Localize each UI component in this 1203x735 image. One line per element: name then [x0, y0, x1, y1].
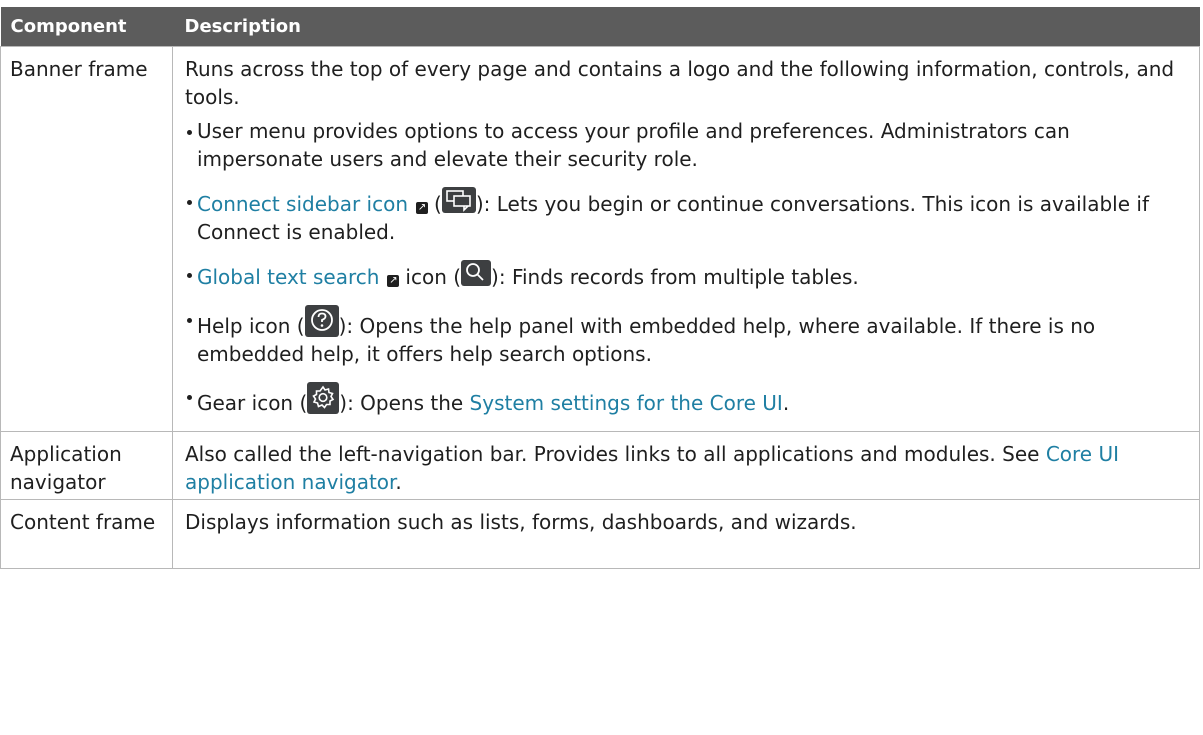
list-item-user-menu: User menu provides options to access you… [185, 117, 1187, 173]
search-icon [461, 260, 492, 286]
page: Component Description Banner frame Runs … [0, 0, 1203, 735]
table-row-content-frame: Content frame Displays information such … [0, 499, 1200, 569]
table-row-application-navigator: Application navigator Also called the le… [0, 431, 1200, 500]
external-link-icon: ↗ [387, 275, 400, 287]
help-icon [304, 305, 339, 337]
component-table: Component Description Banner frame Runs … [0, 7, 1200, 569]
external-link-icon: ↗ [416, 202, 429, 214]
list-item-connect: Connect sidebar icon ↗(): Lets you begin … [185, 187, 1187, 246]
user-menu-text: User menu provides options to access you… [197, 119, 1070, 171]
component-description: Also called the left-navigation bar. Pro… [172, 431, 1200, 500]
banner-items-list: User menu provides options to access you… [185, 117, 1187, 417]
component-name: Content frame [0, 499, 173, 569]
component-name: Application navigator [0, 431, 173, 500]
banner-intro: Runs across the top of every page and co… [185, 57, 1175, 109]
component-name: Banner frame [0, 46, 173, 432]
list-item-global-search: Global text search ↗ icon (): Finds record… [185, 260, 1187, 291]
gear-icon [307, 382, 340, 414]
list-item-help: Help icon (): Opens the help panel with … [185, 305, 1187, 368]
table-header-row: Component Description [0, 7, 1200, 47]
component-description: Runs across the top of every page and co… [172, 46, 1200, 432]
column-header-component: Component [0, 7, 173, 47]
global-text-search-link[interactable]: Global text search [197, 265, 379, 289]
connect-sidebar-link[interactable]: Connect sidebar icon [197, 192, 408, 216]
system-settings-link[interactable]: System settings for the Core UI [470, 391, 783, 415]
list-item-gear: Gear icon (): Opens the System settings … [185, 382, 1187, 417]
column-header-description: Description [172, 7, 1200, 47]
component-description: Displays information such as lists, form… [172, 499, 1200, 569]
table-row-banner-frame: Banner frame Runs across the top of ever… [0, 46, 1200, 432]
search-description: ): Finds records from multiple tables. [491, 265, 859, 289]
chat-bubbles-icon [441, 187, 476, 213]
